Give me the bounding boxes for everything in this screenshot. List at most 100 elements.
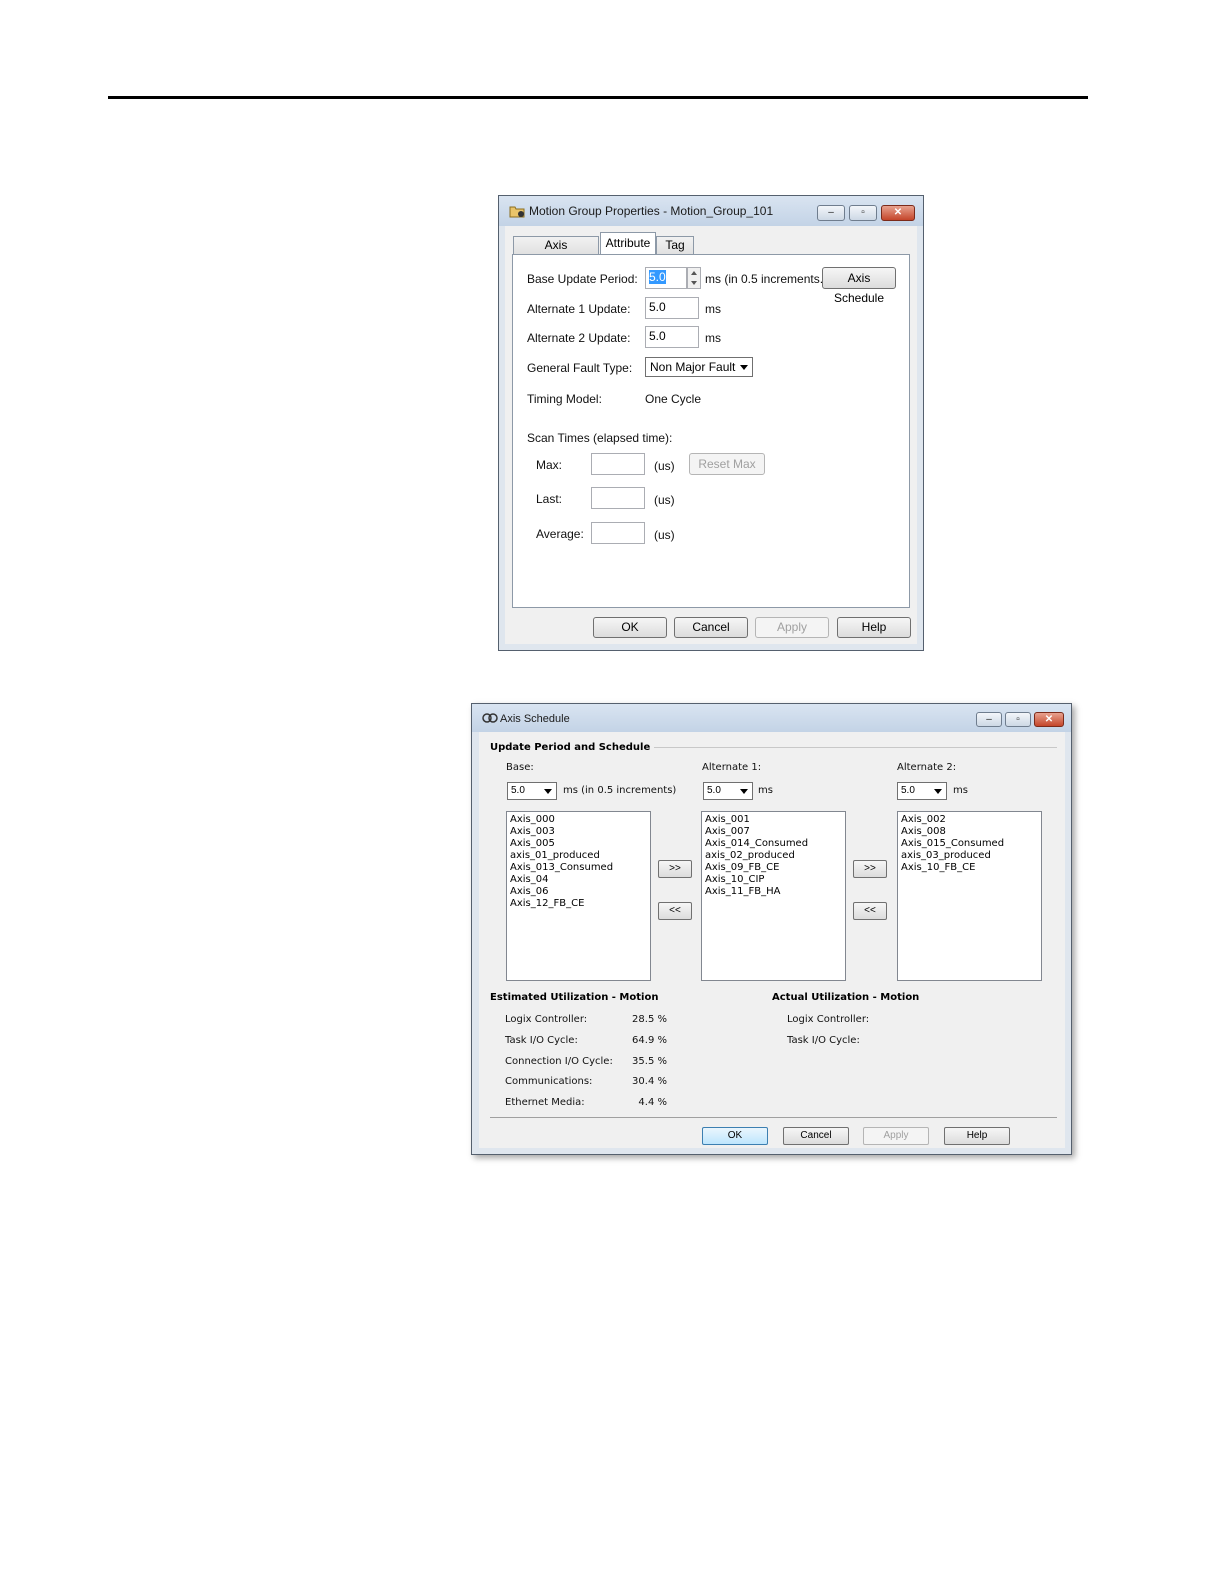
base-update-period-input[interactable]: 5.0	[645, 267, 687, 289]
base-update-unit-label: ms (in 0.5 increments.)	[705, 272, 828, 286]
motion-group-properties-dialog: Motion Group Properties - Motion_Group_1…	[498, 195, 924, 651]
list-item[interactable]: Axis_005	[510, 838, 647, 850]
close-button[interactable]: ✕	[1034, 712, 1064, 727]
close-icon: ✕	[893, 207, 903, 218]
tab-tag[interactable]: Tag	[656, 236, 694, 254]
update-period-section-title: Update Period and Schedule	[490, 742, 651, 753]
alternate1-update-label: Alternate 1 Update:	[527, 302, 631, 316]
minimize-button[interactable]: –	[976, 712, 1002, 727]
alternate1-period-value: 5.0	[707, 785, 721, 796]
maximize-icon: ▫	[861, 207, 865, 218]
alternate2-update-input[interactable]: 5.0	[645, 326, 699, 348]
chevron-down-icon[interactable]	[740, 365, 748, 370]
estimated-communications-label: Communications:	[505, 1076, 593, 1087]
list-item[interactable]: axis_02_produced	[705, 850, 842, 862]
timing-model-label: Timing Model:	[527, 392, 602, 406]
tab-axis-assignment[interactable]: Axis Assignment	[513, 236, 599, 269]
general-fault-type-select[interactable]: Non Major Fault	[645, 357, 753, 377]
cancel-button[interactable]: Cancel	[783, 1127, 849, 1145]
average-unit-label: (us)	[654, 528, 675, 542]
reset-max-button[interactable]: Reset Max	[689, 453, 765, 475]
list-item[interactable]: Axis_003	[510, 826, 647, 838]
base-label: Base:	[506, 762, 534, 773]
title-bar[interactable]: Axis Schedule – ▫ ✕	[472, 704, 1071, 732]
maximize-button[interactable]: ▫	[849, 205, 877, 221]
ok-button[interactable]: OK	[593, 617, 667, 638]
maximize-icon: ▫	[1016, 714, 1020, 725]
list-item[interactable]: Axis_11_FB_HA	[705, 886, 842, 898]
move-to-alternate1-button[interactable]: >>	[658, 860, 692, 878]
estimated-ethernet-media-label: Ethernet Media:	[505, 1097, 585, 1108]
tab-attribute[interactable]: Attribute	[600, 232, 656, 255]
close-button[interactable]: ✕	[881, 205, 915, 221]
list-item[interactable]: Axis_10_CIP	[705, 874, 842, 886]
dialog-client: Axis Assignment Attribute Tag Base Updat…	[505, 226, 917, 644]
base-update-period-spinner[interactable]	[687, 267, 701, 289]
help-button[interactable]: Help	[837, 617, 911, 638]
list-item[interactable]: axis_03_produced	[901, 850, 1038, 862]
ok-button[interactable]: OK	[702, 1127, 768, 1145]
alternate2-label: Alternate 2:	[897, 762, 957, 773]
list-item[interactable]: axis_01_produced	[510, 850, 647, 862]
list-item[interactable]: Axis_09_FB_CE	[705, 862, 842, 874]
window-title: Motion Group Properties - Motion_Group_1…	[529, 204, 774, 218]
alternate2-period-select[interactable]: 5.0	[897, 782, 947, 800]
list-item[interactable]: Axis_014_Consumed	[705, 838, 842, 850]
minimize-icon: –	[828, 207, 834, 218]
apply-button[interactable]: Apply	[755, 617, 829, 638]
list-item[interactable]: Axis_04	[510, 874, 647, 886]
base-period-value: 5.0	[511, 785, 525, 796]
axis-schedule-icon	[482, 713, 498, 723]
alternate1-period-select[interactable]: 5.0	[703, 782, 753, 800]
maximize-button[interactable]: ▫	[1005, 712, 1031, 727]
average-label: Average:	[536, 527, 584, 541]
cancel-button[interactable]: Cancel	[674, 617, 748, 638]
axis-schedule-button[interactable]: Axis Schedule	[822, 267, 896, 305]
help-button[interactable]: Help	[944, 1127, 1010, 1145]
base-update-period-label: Base Update Period:	[527, 272, 638, 286]
minimize-button[interactable]: –	[817, 205, 845, 221]
alternate2-axes-list[interactable]: Axis_002 Axis_008 Axis_015_Consumed axis…	[897, 811, 1042, 981]
list-item[interactable]: Axis_10_FB_CE	[901, 862, 1038, 874]
list-item[interactable]: Axis_06	[510, 886, 647, 898]
max-scan-time-field	[591, 453, 645, 475]
folder-gear-icon	[509, 206, 525, 218]
move-to-alternate2-button[interactable]: >>	[853, 860, 887, 878]
base-period-select[interactable]: 5.0	[507, 782, 557, 800]
general-fault-type-label: General Fault Type:	[527, 361, 633, 375]
estimated-task-io-cycle-value: 64.9 %	[632, 1035, 667, 1046]
alternate1-axes-list[interactable]: Axis_001 Axis_007 Axis_014_Consumed axis…	[701, 811, 846, 981]
timing-model-value: One Cycle	[645, 392, 702, 406]
list-item[interactable]: Axis_001	[705, 814, 842, 826]
alternate1-unit-label: ms	[705, 302, 721, 316]
base-axes-list[interactable]: Axis_000 Axis_003 Axis_005 axis_01_produ…	[506, 811, 651, 981]
chevron-down-icon[interactable]	[740, 789, 748, 794]
base-update-period-value: 5.0	[649, 270, 666, 284]
chevron-down-icon[interactable]	[544, 789, 552, 794]
list-item[interactable]: Axis_007	[705, 826, 842, 838]
base-unit-label: ms (in 0.5 increments)	[563, 785, 677, 796]
alternate1-update-input[interactable]: 5.0	[645, 297, 699, 319]
list-item[interactable]: Axis_013_Consumed	[510, 862, 647, 874]
list-item[interactable]: Axis_008	[901, 826, 1038, 838]
list-item[interactable]: Axis_12_FB_CE	[510, 898, 647, 910]
list-item[interactable]: Axis_002	[901, 814, 1038, 826]
alternate1-unit-label: ms	[758, 785, 773, 796]
dialog-client: Update Period and Schedule Base: 5.0 ms …	[479, 732, 1065, 1148]
list-item[interactable]: Axis_000	[510, 814, 647, 826]
last-unit-label: (us)	[654, 493, 675, 507]
move-to-alternate1-from-alternate2-button[interactable]: <<	[853, 902, 887, 920]
apply-button[interactable]: Apply	[863, 1127, 929, 1145]
chevron-down-icon[interactable]	[934, 789, 942, 794]
estimated-utilization-title: Estimated Utilization - Motion	[490, 992, 659, 1003]
title-bar[interactable]: Motion Group Properties - Motion_Group_1…	[499, 196, 923, 226]
estimated-logix-controller-value: 28.5 %	[632, 1014, 667, 1025]
spin-down-icon[interactable]	[691, 281, 697, 285]
move-to-base-button[interactable]: <<	[658, 902, 692, 920]
spin-up-icon[interactable]	[691, 271, 697, 275]
list-item[interactable]: Axis_015_Consumed	[901, 838, 1038, 850]
actual-utilization-title: Actual Utilization - Motion	[772, 992, 920, 1003]
attribute-tab-page: Base Update Period: 5.0 ms (in 0.5 incre…	[512, 254, 910, 608]
estimated-connection-io-cycle-label: Connection I/O Cycle:	[505, 1056, 613, 1067]
last-scan-time-field	[591, 487, 645, 509]
